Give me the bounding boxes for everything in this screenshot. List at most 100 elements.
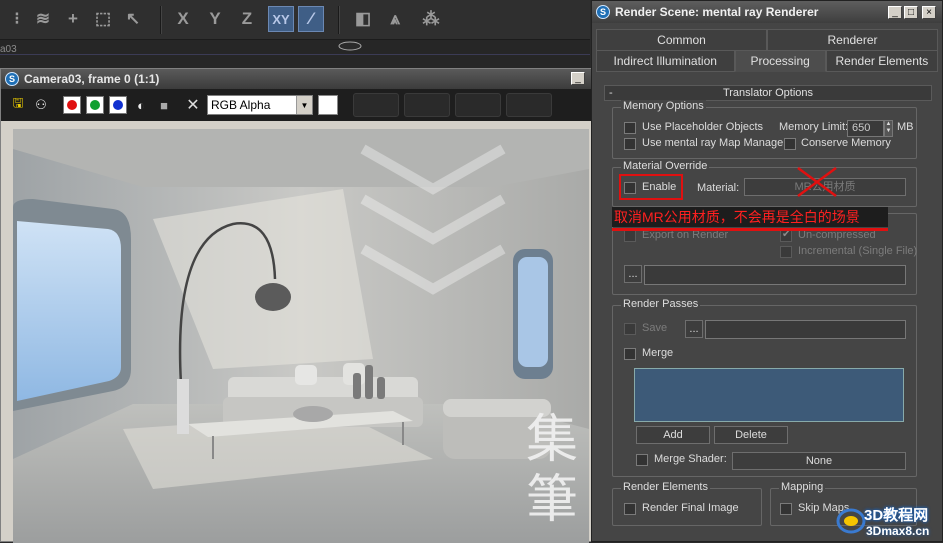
box-icon[interactable]: ◧: [350, 6, 376, 32]
rendered-image: [13, 129, 589, 543]
green-channel-button[interactable]: [86, 96, 104, 114]
rollout-toggle[interactable]: -: [609, 86, 613, 100]
main-toolbar: ⁝ ≋ + ⬚ ↖ X Y Z XY ⁄ ◧ ⩓ ⁂: [0, 0, 590, 40]
pointer-icon[interactable]: ↖: [120, 6, 146, 32]
export-on-render-checkbox[interactable]: [624, 230, 636, 242]
red-channel-button[interactable]: [63, 96, 81, 114]
site-logo-line1: 3D教程网: [864, 507, 929, 524]
select-move-icon[interactable]: ⬚: [90, 6, 116, 32]
save-image-icon[interactable]: 🖫: [9, 95, 27, 114]
tab-renderer[interactable]: Renderer: [767, 29, 938, 51]
conserve-memory-checkbox[interactable]: [784, 138, 796, 150]
frame-toolbar: 🖫 ⚇ ◐ ■ ✕ RGB Alpha ▼: [1, 89, 591, 121]
terrain-icon[interactable]: ⩓: [382, 6, 408, 32]
site-logo-line2: 3Dmax8.cn: [866, 524, 930, 538]
skip-maps-checkbox[interactable]: [780, 503, 792, 515]
gizmo-icon: [338, 41, 362, 51]
clear-icon[interactable]: ✕: [184, 96, 202, 114]
particles-icon[interactable]: ⁂: [418, 6, 444, 32]
group-title: Mapping: [779, 481, 826, 493]
add-pass-button[interactable]: Add: [636, 426, 710, 444]
memory-limit-spinner[interactable]: ▲ ▼: [884, 120, 893, 137]
room-render: [13, 129, 589, 543]
axis-xy-button[interactable]: XY: [268, 6, 294, 32]
render-final-image-label: Render Final Image: [642, 502, 739, 514]
group-title: Memory Options: [621, 100, 706, 112]
swirl-logo-icon: [836, 508, 866, 534]
minimize-button[interactable]: _: [571, 72, 585, 85]
conserve-memory-label: Conserve Memory: [801, 137, 891, 149]
monochrome-icon[interactable]: ■: [155, 96, 173, 114]
memory-unit: MB: [897, 121, 914, 133]
layers-icon[interactable]: ≋: [30, 6, 56, 32]
annotation-underline: [612, 228, 888, 231]
max-logo-icon: S: [5, 72, 19, 86]
close-button[interactable]: ×: [922, 6, 936, 19]
merge-shader-label: Merge Shader:: [654, 453, 727, 465]
render-final-image-checkbox[interactable]: [624, 503, 636, 515]
axis-y-button[interactable]: Y: [202, 6, 228, 32]
rollout-title: Translator Options: [722, 87, 814, 99]
group-title: Render Passes: [621, 298, 701, 310]
memory-limit-input[interactable]: 650: [847, 120, 884, 137]
rendered-frame-window: S Camera03, frame 0 (1:1) _ 🖫 ⚇ ◐ ■ ✕ RG…: [0, 68, 592, 543]
export-path-input[interactable]: [644, 265, 906, 285]
channel-select[interactable]: RGB Alpha ▼: [207, 95, 313, 115]
frame-tool-button[interactable]: [506, 93, 552, 117]
save-pass-browse-button[interactable]: ...: [685, 320, 703, 338]
delete-pass-button[interactable]: Delete: [714, 426, 788, 444]
tab-processing[interactable]: Processing: [734, 50, 826, 72]
chevron-down-icon: ▼: [296, 96, 312, 114]
tab-render-elements[interactable]: Render Elements: [825, 50, 938, 72]
tab-row-1: Common Renderer: [596, 29, 938, 51]
toolbar-separator: [338, 6, 340, 34]
tab-indirect-illumination[interactable]: Indirect Illumination: [596, 50, 735, 72]
alpha-channel-icon[interactable]: ◐: [132, 96, 150, 114]
blue-channel-button[interactable]: [109, 96, 127, 114]
merge-shader-checkbox[interactable]: [636, 454, 648, 466]
export-browse-button[interactable]: ...: [624, 265, 642, 283]
save-pass-checkbox[interactable]: [624, 323, 636, 335]
frame-title: Camera03, frame 0 (1:1): [24, 72, 160, 86]
merge-shader-button[interactable]: None: [732, 452, 906, 470]
rollout-translator-options[interactable]: - Translator Options: [604, 85, 932, 101]
material-label: Material:: [697, 182, 740, 194]
color-swatch[interactable]: [318, 95, 338, 115]
memory-limit-label: Memory Limit:: [779, 121, 849, 133]
axis-z-button[interactable]: Z: [234, 6, 260, 32]
maximize-button[interactable]: □: [904, 6, 918, 19]
minimize-button[interactable]: _: [888, 6, 902, 19]
cross-out-mark: [797, 166, 837, 198]
use-placeholder-checkbox[interactable]: [624, 122, 636, 134]
un-compressed-checkbox[interactable]: [780, 229, 792, 242]
add-icon[interactable]: +: [60, 6, 86, 32]
use-placeholder-label: Use Placeholder Objects: [642, 121, 764, 133]
save-pass-label: Save: [642, 322, 668, 334]
channel-select-value: RGB Alpha: [211, 98, 271, 112]
dialog-title: Render Scene: mental ray Renderer: [615, 5, 819, 19]
clone-window-icon[interactable]: ⚇: [32, 96, 50, 114]
axis-constraint-icon[interactable]: ⁄: [298, 6, 324, 32]
group-title: Material Override: [621, 160, 710, 172]
frame-tool-button[interactable]: [404, 93, 450, 117]
dots-icon[interactable]: ⁝: [4, 6, 30, 32]
incremental-checkbox[interactable]: [780, 246, 792, 258]
render-passes-list[interactable]: [634, 368, 904, 422]
incremental-label: Incremental (Single File): [798, 245, 918, 257]
use-map-manager-checkbox[interactable]: [624, 138, 636, 150]
tab-row-2: Indirect Illumination Processing Render …: [596, 50, 938, 72]
max-logo-icon: S: [596, 5, 610, 19]
axis-x-button[interactable]: X: [170, 6, 196, 32]
merge-checkbox[interactable]: [624, 348, 636, 360]
merge-label: Merge: [642, 347, 674, 359]
frame-titlebar[interactable]: S Camera03, frame 0 (1:1): [1, 69, 591, 89]
frame-tool-button[interactable]: [353, 93, 399, 117]
save-pass-path-input[interactable]: [705, 320, 906, 339]
site-logo: 3D教程网 3Dmax8.cn: [836, 502, 943, 542]
frame-tool-button[interactable]: [455, 93, 501, 117]
viewport-strip: a03: [0, 40, 590, 68]
tab-common[interactable]: Common: [596, 29, 767, 51]
render-scene-dialog: S Render Scene: mental ray Renderer _ □ …: [591, 0, 943, 542]
toolbar-separator: [160, 6, 162, 34]
group-title: Render Elements: [621, 481, 710, 493]
